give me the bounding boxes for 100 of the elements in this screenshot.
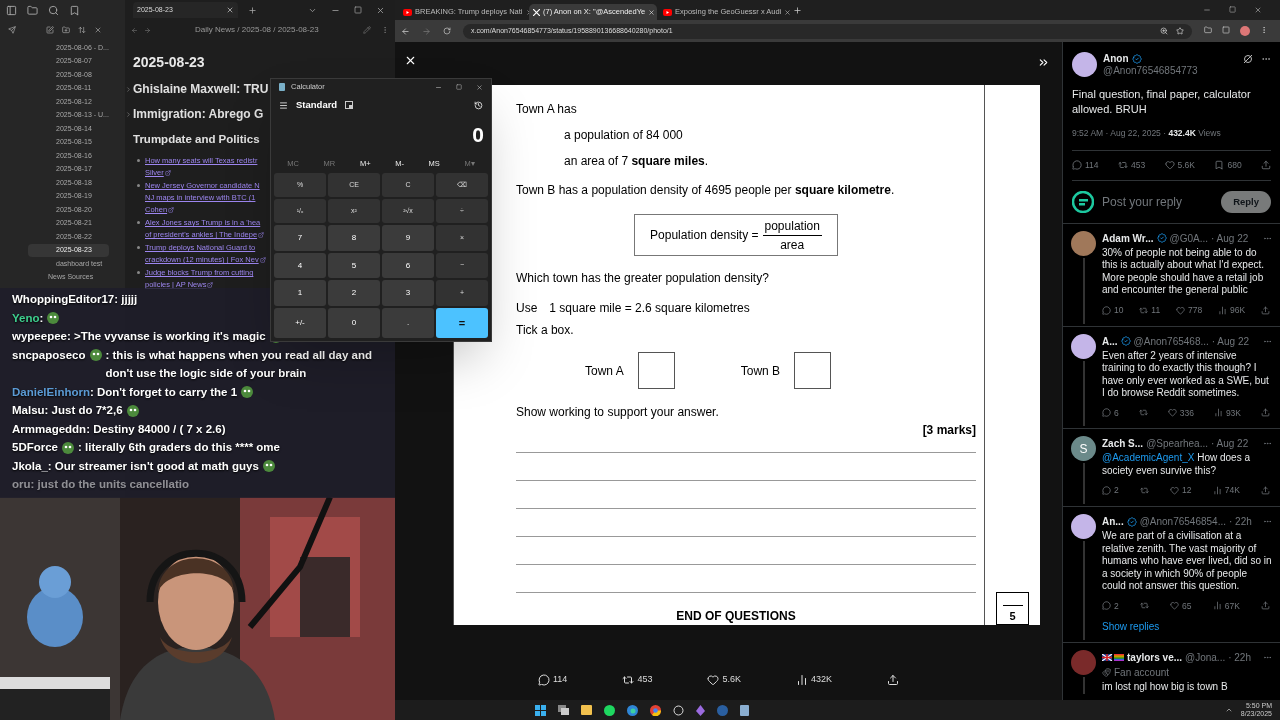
menu-icon[interactable] bbox=[279, 100, 288, 110]
author-name[interactable]: An... bbox=[1102, 514, 1124, 529]
calculator-key[interactable]: 9 bbox=[382, 225, 434, 251]
tick-box[interactable] bbox=[637, 352, 675, 389]
profile-avatar[interactable] bbox=[1240, 26, 1250, 36]
show-replies-link[interactable]: Show replies bbox=[1102, 619, 1272, 635]
close-icon[interactable] bbox=[226, 6, 234, 14]
new-tab-icon[interactable] bbox=[793, 5, 802, 15]
stat-count: 11 bbox=[1151, 303, 1161, 317]
edit-icon[interactable] bbox=[363, 26, 371, 34]
send-icon[interactable] bbox=[8, 26, 16, 34]
reply-input[interactable]: Post your reply bbox=[1102, 192, 1214, 211]
option-label: Town B bbox=[740, 362, 781, 380]
calculator-key[interactable]: 8 bbox=[328, 225, 380, 251]
task-view-icon[interactable] bbox=[558, 705, 569, 715]
forward-icon[interactable] bbox=[422, 26, 431, 36]
browser-icon[interactable] bbox=[650, 704, 661, 716]
sort-icon[interactable] bbox=[78, 26, 86, 34]
close-icon[interactable] bbox=[1254, 6, 1262, 14]
new-tab-icon[interactable] bbox=[248, 5, 257, 15]
exam-text: Town A has bbox=[516, 101, 578, 118]
bookmark-star-icon[interactable] bbox=[1176, 27, 1184, 35]
more-icon[interactable] bbox=[1263, 517, 1272, 526]
external-link-icon bbox=[207, 282, 214, 289]
history-icon[interactable] bbox=[474, 100, 483, 110]
bookmark-icon[interactable] bbox=[69, 4, 80, 16]
bookmark-icon[interactable] bbox=[1214, 160, 1225, 171]
minimize-icon[interactable] bbox=[1203, 6, 1211, 14]
reload-icon[interactable] bbox=[443, 27, 451, 35]
calculator-key[interactable]: 5 bbox=[328, 252, 380, 279]
stat-count: 432K bbox=[810, 673, 832, 687]
app-icon[interactable] bbox=[673, 704, 684, 716]
start-icon[interactable] bbox=[535, 704, 546, 716]
folder-icon[interactable] bbox=[27, 4, 38, 16]
exam-text: Show working to support your answer. bbox=[516, 404, 720, 421]
calculator-icon[interactable] bbox=[740, 704, 749, 716]
calculator-key[interactable]: 1 bbox=[274, 280, 326, 306]
author-name[interactable]: Adam Wr... bbox=[1102, 230, 1154, 246]
tick-box[interactable] bbox=[794, 352, 832, 389]
video-site-icon bbox=[403, 8, 412, 16]
extension-icon[interactable] bbox=[1222, 26, 1230, 34]
expand-sidebar-button[interactable] bbox=[1037, 56, 1050, 69]
music-app-icon[interactable] bbox=[604, 704, 615, 716]
slashed-circle-icon[interactable] bbox=[1243, 54, 1253, 64]
zoom-icon[interactable] bbox=[1160, 27, 1168, 35]
back-icon[interactable] bbox=[131, 26, 138, 34]
share-icon[interactable] bbox=[886, 674, 899, 686]
chat-message: : just do the units cancellatio bbox=[30, 477, 189, 492]
calculator-key[interactable]: 4 bbox=[274, 252, 326, 279]
app-icon[interactable] bbox=[696, 704, 705, 716]
mention-link[interactable]: @AcademicAgent_X bbox=[1102, 452, 1195, 464]
calculator-key[interactable]: +/- bbox=[274, 307, 326, 338]
repost-icon[interactable] bbox=[622, 674, 635, 686]
sidebar-toggle-icon[interactable] bbox=[6, 4, 17, 16]
account-label: Fan account bbox=[1114, 666, 1170, 681]
marks-label: [3 marks] bbox=[922, 422, 976, 439]
chat-username: Yeno bbox=[12, 310, 40, 326]
calculator-key[interactable]: 2 bbox=[328, 280, 380, 306]
back-icon[interactable] bbox=[401, 26, 410, 36]
author-name[interactable]: A... bbox=[1102, 333, 1118, 349]
calculator-key[interactable]: 0 bbox=[328, 307, 380, 338]
forward-icon[interactable] bbox=[144, 26, 151, 34]
views-icon[interactable] bbox=[795, 674, 808, 686]
browser-icon[interactable] bbox=[627, 704, 638, 716]
calculator-key[interactable]: 3 bbox=[382, 280, 434, 306]
calculator-key[interactable]: . bbox=[382, 307, 434, 338]
maximize-icon[interactable] bbox=[354, 6, 362, 14]
close-button[interactable] bbox=[404, 54, 417, 67]
tray-chevron-icon[interactable] bbox=[1224, 706, 1233, 714]
author-name[interactable]: taylors ve... bbox=[1127, 650, 1183, 666]
new-folder-icon[interactable] bbox=[62, 26, 70, 34]
calculator-key[interactable]: 6 bbox=[382, 252, 434, 279]
maximize-icon[interactable] bbox=[456, 83, 462, 90]
chat-username: Jkola_ bbox=[12, 458, 48, 474]
maximize-icon[interactable] bbox=[1229, 6, 1236, 13]
chat-message: : jjjjj bbox=[114, 292, 138, 307]
calculator-mode: Standard bbox=[296, 97, 338, 112]
calculator-key[interactable]: = bbox=[436, 307, 488, 338]
author-name[interactable]: Zach S... bbox=[1102, 436, 1144, 452]
more-icon[interactable] bbox=[381, 26, 389, 34]
calculator-display: 0 bbox=[471, 122, 485, 149]
close-tab-icon[interactable] bbox=[648, 8, 656, 16]
menu-icon[interactable] bbox=[1260, 26, 1268, 34]
close-icon[interactable] bbox=[376, 5, 385, 15]
new-note-icon[interactable] bbox=[46, 26, 54, 34]
page-mark-box: 5 bbox=[996, 592, 1029, 625]
close-tab-icon[interactable] bbox=[784, 8, 792, 16]
close-icon[interactable] bbox=[476, 83, 483, 91]
reply-button[interactable]: Reply bbox=[1221, 190, 1271, 213]
stat-count: 5.6K bbox=[722, 673, 741, 687]
author-name[interactable]: Anon bbox=[1103, 52, 1129, 65]
note-heading: Ghislaine Maxwell: TRU bbox=[133, 81, 269, 98]
avatar bbox=[1072, 52, 1097, 77]
external-link-icon bbox=[164, 170, 171, 177]
calculator-key[interactable]: 7 bbox=[274, 225, 326, 251]
keep-on-top-icon[interactable] bbox=[345, 101, 354, 109]
search-icon[interactable] bbox=[48, 4, 59, 16]
collapse-icon[interactable] bbox=[94, 26, 102, 34]
stat-count: 336 bbox=[1179, 406, 1194, 420]
extension-icon[interactable] bbox=[1204, 26, 1212, 34]
